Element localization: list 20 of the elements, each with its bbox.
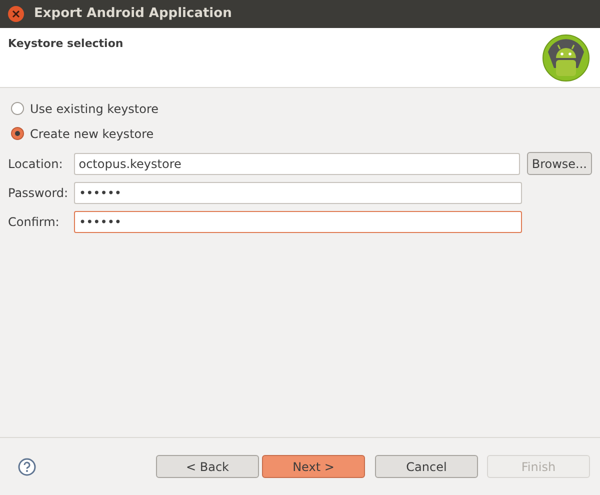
dialog-button[interactable]: Next >: [262, 455, 365, 478]
close-icon: [12, 10, 20, 18]
field-label: Confirm:: [8, 214, 60, 231]
input-field[interactable]: ••••••: [74, 182, 522, 204]
page-title: Keystore selection: [8, 36, 124, 52]
help-icon[interactable]: [18, 458, 36, 476]
radio-option[interactable]: Create new keystore: [8, 125, 592, 142]
android-robot-icon: [542, 34, 590, 82]
browse-button[interactable]: Browse...: [526, 152, 592, 175]
radio-button[interactable]: [11, 102, 24, 115]
radio-button[interactable]: [11, 127, 24, 140]
field-label: Location:: [8, 156, 64, 172]
dialog-button[interactable]: < Back: [156, 455, 259, 478]
input-field[interactable]: octopus.keystore: [74, 152, 520, 174]
radio-option[interactable]: Use existing keystore: [8, 100, 592, 117]
close-button[interactable]: [8, 6, 24, 22]
input-field[interactable]: ••••••: [74, 211, 522, 233]
dialog-button[interactable]: Cancel: [375, 455, 478, 478]
field-label: Password:: [8, 185, 70, 202]
window-title: Export Android Application: [34, 5, 232, 24]
